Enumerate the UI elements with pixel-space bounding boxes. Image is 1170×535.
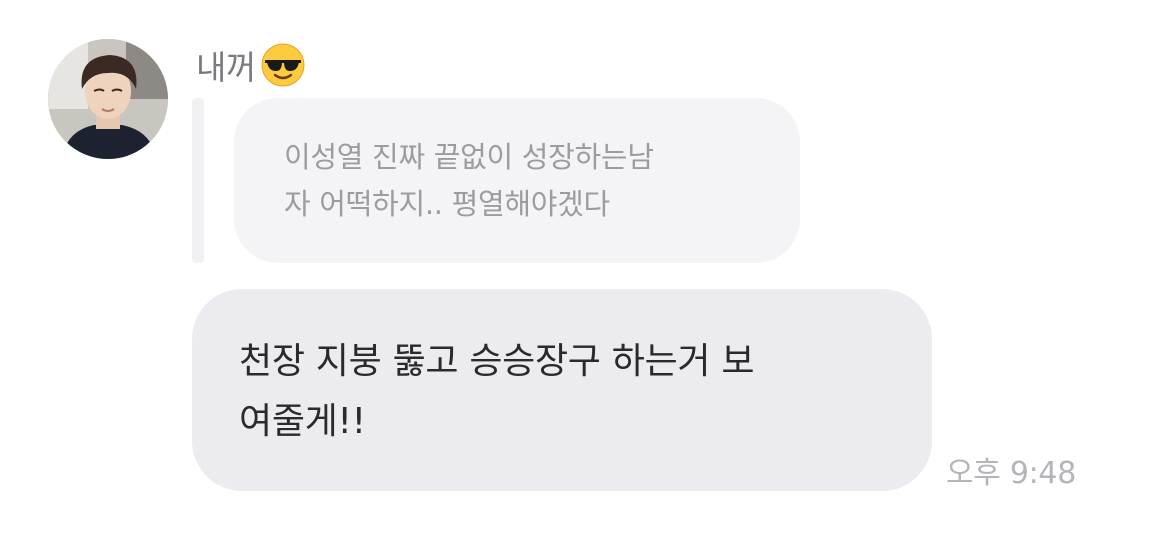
sender-name: 내꺼: [196, 48, 256, 87]
quoted-reply-text: 이성열 진짜 끝없이 성장하는남 자 어떡하지.. 평열해야겠다: [284, 140, 654, 221]
message-bubble[interactable]: 천장 지붕 뚫고 승승장구 하는거 보 여줄게!!: [192, 289, 932, 491]
avatar[interactable]: [48, 39, 168, 159]
quoted-reply-bubble[interactable]: 이성열 진짜 끝없이 성장하는남 자 어떡하지.. 평열해야겠다: [234, 98, 800, 263]
message-timestamp: 오후 9:48: [946, 456, 1077, 491]
message-text: 천장 지붕 뚫고 승승장구 하는거 보 여줄게!!: [239, 341, 755, 442]
reply-indicator-bar: [192, 98, 204, 263]
sunglasses-emoji-icon: [261, 43, 305, 87]
sender-row: 내꺼: [196, 38, 306, 92]
profile-photo: [48, 39, 168, 159]
